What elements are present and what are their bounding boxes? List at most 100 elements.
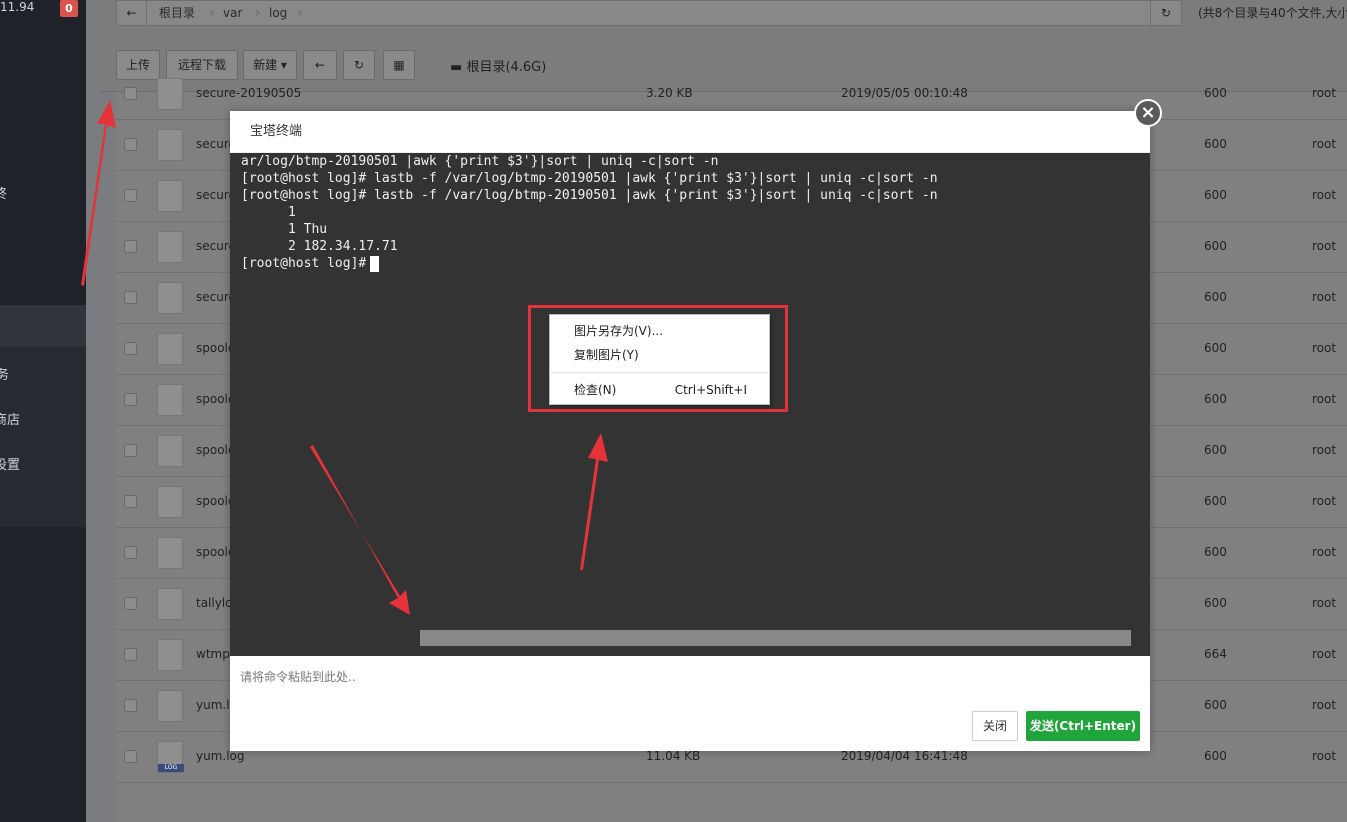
terminal-modal: 宝塔终端 ar/log/btmp-20190501 |awk {'print $…	[230, 111, 1150, 751]
file-size: 11.04 KB	[646, 749, 701, 763]
row-checkbox[interactable]	[124, 138, 137, 151]
send-button[interactable]: 发送(Ctrl+Enter)	[1026, 711, 1140, 741]
row-checkbox[interactable]	[124, 495, 137, 508]
terminal-scrollbar[interactable]	[420, 630, 1131, 646]
sidebar-item-active[interactable]	[0, 305, 86, 347]
terminal-line: 1 Thu	[241, 222, 328, 237]
file-name[interactable]: secure-20190505	[196, 86, 301, 100]
file-owner: root	[1312, 137, 1337, 151]
log-tag-icon: LOG	[158, 764, 184, 772]
menu-item-inspect[interactable]: 检查(N)	[574, 380, 616, 400]
file-icon	[157, 180, 183, 212]
crumb-log[interactable]: log	[269, 1, 287, 25]
terminal-cursor	[370, 255, 380, 272]
file-icon	[157, 282, 183, 314]
refresh-icon[interactable]: ↻	[1150, 0, 1182, 26]
file-permission[interactable]: 600	[1204, 239, 1227, 253]
terminal-line: 1	[241, 205, 296, 220]
file-permission[interactable]: 600	[1204, 392, 1227, 406]
sidebar-item-store[interactable]: 商店	[0, 409, 20, 428]
row-checkbox[interactable]	[124, 546, 137, 559]
file-owner: root	[1312, 239, 1337, 253]
file-name[interactable]: wtmp	[196, 647, 230, 661]
file-icon	[157, 384, 183, 416]
file-owner: root	[1312, 290, 1337, 304]
file-date: 2019/05/05 00:10:48	[841, 86, 968, 100]
file-icon	[157, 588, 183, 620]
row-checkbox[interactable]	[124, 342, 137, 355]
sidebar-item-cron[interactable]: 务	[0, 364, 9, 383]
file-owner: root	[1312, 392, 1337, 406]
file-owner: root	[1312, 86, 1337, 100]
menu-item-copy-image[interactable]: 复制图片(Y)	[574, 345, 639, 365]
file-permission[interactable]: 600	[1204, 290, 1227, 304]
row-checkbox[interactable]	[124, 699, 137, 712]
sidebar-gutter	[86, 0, 100, 822]
file-owner: root	[1312, 188, 1337, 202]
file-owner: root	[1312, 698, 1337, 712]
file-icon	[157, 435, 183, 467]
terminal-line: [root@host log]# lastb -f /var/log/btmp-…	[241, 171, 938, 186]
file-size: 3.20 KB	[646, 86, 693, 100]
file-permission[interactable]: 600	[1204, 341, 1227, 355]
file-permission[interactable]: 600	[1204, 494, 1227, 508]
server-ip: 11.94	[0, 0, 35, 14]
file-icon	[157, 639, 183, 671]
file-icon	[157, 486, 183, 518]
file-owner: root	[1312, 596, 1337, 610]
terminal-line: ar/log/btmp-20190501 |awk {'print $3'}|s…	[241, 154, 719, 169]
file-name[interactable]: tallylo	[196, 596, 233, 610]
menu-item-save-image[interactable]: 图片另存为(V)...	[574, 321, 663, 341]
file-icon	[157, 333, 183, 365]
row-checkbox[interactable]	[124, 87, 137, 100]
terminal-line: 2 182.34.17.71	[241, 239, 398, 254]
row-checkbox[interactable]	[124, 597, 137, 610]
sidebar-item-terminal[interactable]: 终	[0, 183, 7, 202]
file-icon	[157, 231, 183, 263]
context-menu: 图片另存为(V)... 复制图片(Y) 检查(N) Ctrl+Shift+I	[549, 314, 770, 405]
sidebar: 11.94 0 终 务 商店 设置	[0, 0, 86, 822]
file-permission[interactable]: 600	[1204, 698, 1227, 712]
crumb-separator-icon: ›	[297, 5, 303, 21]
row-checkbox[interactable]	[124, 291, 137, 304]
row-checkbox[interactable]	[124, 648, 137, 661]
menu-shortcut-inspect: Ctrl+Shift+I	[674, 383, 747, 397]
modal-title: 宝塔终端	[230, 111, 1150, 153]
file-owner: root	[1312, 341, 1337, 355]
file-owner: root	[1312, 749, 1337, 763]
row-checkbox[interactable]	[124, 750, 137, 763]
close-icon[interactable]: ×	[1134, 99, 1162, 127]
row-checkbox[interactable]	[124, 240, 137, 253]
file-permission[interactable]: 600	[1204, 188, 1227, 202]
file-permission[interactable]: 600	[1204, 443, 1227, 457]
notification-badge[interactable]: 0	[60, 0, 78, 17]
file-icon	[157, 78, 183, 110]
terminal-line: [root@host log]# lastb -f /var/log/btmp-…	[241, 188, 938, 203]
file-permission[interactable]: 600	[1204, 596, 1227, 610]
directory-summary: (共8个目录与40个文件,大小	[1198, 6, 1347, 20]
file-owner: root	[1312, 647, 1337, 661]
file-permission[interactable]: 600	[1204, 749, 1227, 763]
close-button[interactable]: 关闭	[972, 711, 1018, 741]
file-permission[interactable]: 600	[1204, 86, 1227, 100]
terminal-prompt-line: [root@host log]#	[241, 255, 380, 272]
crumb-root[interactable]: 根目录	[159, 1, 195, 25]
menu-divider	[551, 372, 768, 373]
file-permission[interactable]: 664	[1204, 647, 1227, 661]
file-icon	[157, 690, 183, 722]
file-icon	[157, 129, 183, 161]
command-input[interactable]: 请将命令粘贴到此处..	[230, 656, 1150, 706]
file-name[interactable]: yum.log	[196, 749, 245, 763]
back-button[interactable]: ←	[117, 1, 147, 25]
sidebar-item-settings[interactable]: 设置	[0, 454, 20, 473]
row-checkbox[interactable]	[124, 444, 137, 457]
file-owner: root	[1312, 494, 1337, 508]
row-checkbox[interactable]	[124, 189, 137, 202]
row-checkbox[interactable]	[124, 393, 137, 406]
breadcrumb: ← 根目录 › var › log ›	[116, 0, 1176, 26]
crumb-var[interactable]: var	[223, 1, 242, 25]
file-permission[interactable]: 600	[1204, 545, 1227, 559]
file-permission[interactable]: 600	[1204, 137, 1227, 151]
file-date: 2019/04/04 16:41:48	[841, 749, 968, 763]
file-owner: root	[1312, 545, 1337, 559]
